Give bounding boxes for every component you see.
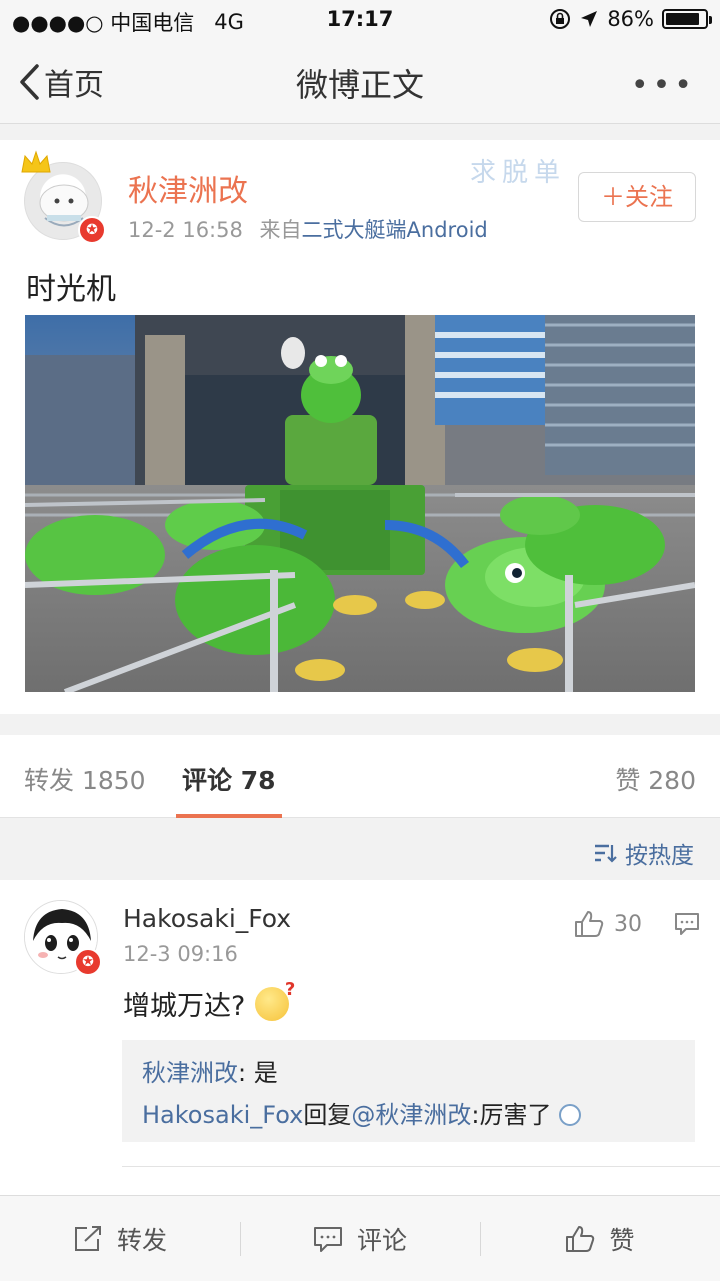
source-prefix: 来自: [259, 218, 302, 242]
verified-badge-icon: ✪: [78, 216, 106, 244]
comment-text: 增城万达?: [123, 991, 246, 1022]
repost-label: 转发: [116, 1226, 167, 1255]
surprised-emoji-icon: [559, 1104, 582, 1126]
follow-button[interactable]: ＋关注: [578, 172, 696, 222]
sort-label: 按热度: [625, 843, 694, 869]
comment-icon: [313, 1227, 342, 1252]
post-text: 时光机: [26, 272, 116, 307]
reply-separator: :: [238, 1059, 254, 1087]
tab-comments[interactable]: 评论 78: [182, 761, 276, 797]
nav-bar: 首页 微博正文 •••: [0, 40, 720, 124]
reply-row: Hakosaki_Fox回复@秋津洲改:厉害了: [142, 1094, 675, 1136]
reply-user[interactable]: Hakosaki_Fox: [142, 1101, 303, 1129]
comment-button[interactable]: 评论: [240, 1196, 480, 1281]
like-label: 赞: [609, 1226, 635, 1255]
post-time: 12-2 16:58: [128, 218, 243, 242]
comment-time: 12-3 09:16: [123, 942, 238, 966]
sort-button[interactable]: 按热度: [593, 836, 694, 870]
share-icon: [74, 1226, 101, 1251]
sort-icon: [595, 844, 617, 863]
post-image[interactable]: [25, 315, 695, 692]
comment-like-button[interactable]: 30: [574, 910, 642, 938]
reply-mention[interactable]: @秋津洲改: [351, 1101, 471, 1129]
rotation-lock-icon: [550, 9, 571, 29]
crown-icon: [21, 150, 51, 173]
comment-label: 评论: [356, 1226, 407, 1255]
reply-comment-icon[interactable]: [674, 912, 700, 936]
watermark: 求脱单: [470, 158, 567, 188]
bottom-action-bar: 转发 评论 赞: [0, 1195, 720, 1281]
comment-like-count: 30: [614, 911, 642, 937]
verified-badge-icon: ✪: [74, 948, 102, 976]
sort-bar: 按热度: [0, 818, 720, 880]
thumbs-up-icon: [566, 1226, 595, 1252]
comment-author[interactable]: Hakosaki_Fox: [123, 904, 291, 933]
comment-replies[interactable]: 秋津洲改: 是 Hakosaki_Fox回复@秋津洲改:厉害了: [122, 1040, 695, 1142]
battery-percent: 86%: [607, 7, 654, 31]
post-avatar[interactable]: ✪: [21, 150, 106, 244]
post-card: ✪ 求脱单 秋津洲改 12-2 16:58 来自二式大艇端Android ＋关注…: [0, 140, 720, 714]
post-tabs: 转发 1850 评论 78 赞 280: [0, 735, 720, 818]
post-meta: 12-2 16:58 来自二式大艇端Android: [128, 214, 488, 244]
comment-text-row: 增城万达?: [123, 979, 295, 1023]
reply-text: 是: [253, 1059, 278, 1087]
tab-likes[interactable]: 赞 280: [615, 761, 696, 797]
reply-text: :厉害了: [471, 1101, 552, 1129]
status-bar: ●●●●○ 中国电信 4G 17:17 86%: [0, 0, 720, 40]
thumbs-up-icon: [575, 911, 604, 937]
post-source[interactable]: 二式大艇端Android: [302, 218, 488, 242]
post-author[interactable]: 秋津洲改: [128, 166, 248, 210]
comment-item: ✪ Hakosaki_Fox 12-3 09:16 30 增城万达? 秋津洲改:…: [0, 880, 720, 1196]
reply-verb: 回复: [303, 1101, 352, 1129]
comment-divider: [122, 1166, 720, 1167]
more-menu-button[interactable]: •••: [631, 68, 696, 103]
reply-row: 秋津洲改: 是: [142, 1052, 675, 1094]
repost-button[interactable]: 转发: [0, 1196, 240, 1281]
like-button[interactable]: 赞: [480, 1196, 720, 1281]
battery-icon: [662, 9, 712, 29]
reply-user[interactable]: 秋津洲改: [142, 1059, 238, 1087]
doubt-emoji-icon: [255, 979, 295, 1021]
tab-repost[interactable]: 转发 1850: [24, 761, 146, 797]
page-title: 微博正文: [295, 66, 424, 104]
location-icon: [581, 11, 598, 27]
